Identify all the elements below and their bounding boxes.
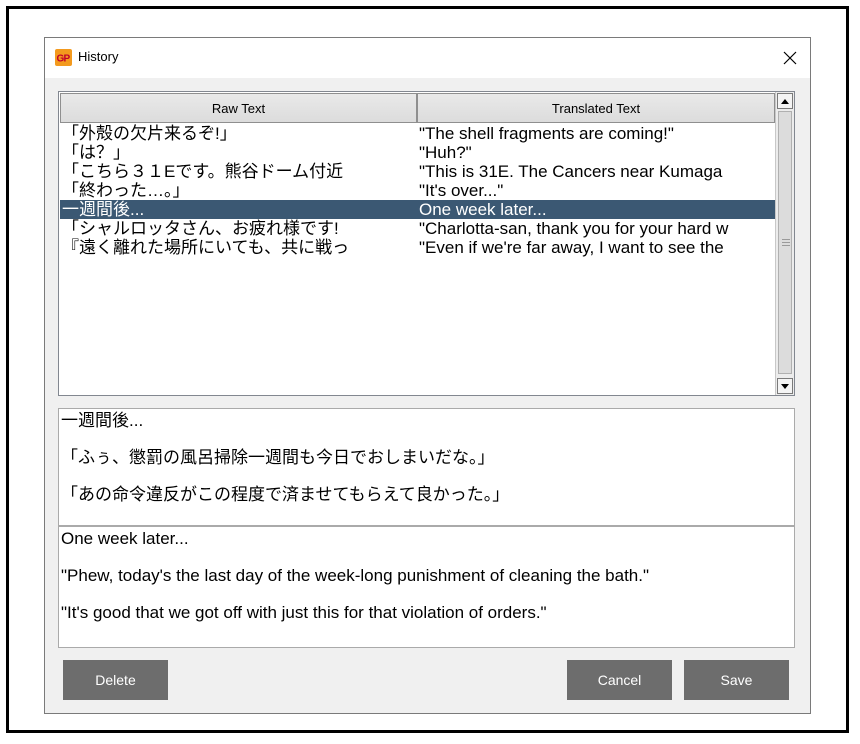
column-header-translated-text[interactable]: Translated Text (417, 93, 775, 123)
table-rows: 「外殻の欠片来るぞ!」 "The shell fragments are com… (60, 124, 775, 257)
svg-text:P: P (64, 54, 71, 65)
scroll-down-button[interactable] (777, 378, 793, 394)
translated-paragraph: "It's good that we got off with just thi… (61, 603, 547, 622)
raw-cell: 「外殻の欠片来るぞ!」 (62, 124, 237, 143)
table-row[interactable]: 「は？」 "Huh?" (60, 143, 775, 162)
save-button[interactable]: Save (684, 660, 789, 700)
triangle-up-icon (781, 98, 789, 104)
gp-app-icon: G P (55, 49, 72, 66)
grip-line (782, 239, 790, 240)
translated-cell: "Charlotta-san, thank you for your hard … (419, 219, 729, 238)
raw-cell: 「こちら３１Eです。熊谷ドーム付近 (62, 162, 344, 181)
scroll-thumb[interactable] (778, 111, 792, 374)
title-bar: G P History (45, 38, 810, 78)
table-row[interactable]: 「シャルロッタさん、お疲れ様です! "Charlotta-san, thank … (60, 219, 775, 238)
translated-cell: "This is 31E. The Cancers near Kumaga (419, 162, 723, 181)
translated-cell: "Even if we're far away, I want to see t… (419, 238, 724, 257)
dialog-content: Raw Text Translated Text 「外殻の欠片来るぞ!」 "Th… (45, 78, 810, 713)
column-header-raw-text[interactable]: Raw Text (60, 93, 417, 123)
raw-text-panel[interactable]: 一週間後... 「ふぅ、懲罰の風呂掃除一週間も今日でおしまいだな。」 「あの命令… (58, 408, 795, 526)
raw-paragraph: 一週間後... (61, 411, 144, 430)
history-dialog: G P History Raw Text Translated Text 「外殻… (44, 37, 811, 714)
table-header: Raw Text Translated Text (60, 93, 775, 123)
translated-cell: "It's over..." (419, 181, 504, 200)
raw-cell: 『遠く離れた場所にいても、共に戦っ (62, 238, 350, 257)
table-row[interactable]: 『遠く離れた場所にいても、共に戦っ "Even if we're far awa… (60, 238, 775, 257)
triangle-down-icon (781, 383, 789, 389)
table-row-selected[interactable]: 一週間後... One week later... (60, 200, 775, 219)
table-scrollbar[interactable] (775, 92, 794, 395)
translated-paragraph: "Phew, today's the last day of the week-… (61, 566, 650, 585)
table-row[interactable]: 「こちら３１Eです。熊谷ドーム付近 "This is 31E. The Canc… (60, 162, 775, 181)
raw-paragraph: 「ふぅ、懲罰の風呂掃除一週間も今日でおしまいだな。」 (61, 448, 495, 467)
translated-text-panel[interactable]: One week later... "Phew, today's the las… (58, 526, 795, 648)
translated-paragraph: One week later... (61, 529, 189, 548)
cancel-button[interactable]: Cancel (567, 660, 672, 700)
delete-button[interactable]: Delete (63, 660, 168, 700)
raw-cell: 「シャルロッタさん、お疲れ様です! (62, 219, 339, 238)
table-row[interactable]: 「外殻の欠片来るぞ!」 "The shell fragments are com… (60, 124, 775, 143)
window-title: History (78, 49, 119, 64)
raw-cell: 「は？」 (62, 143, 130, 162)
translated-cell: "The shell fragments are coming!" (419, 124, 674, 143)
history-table: Raw Text Translated Text 「外殻の欠片来るぞ!」 "Th… (58, 91, 795, 396)
close-icon (783, 51, 797, 65)
grip-line (782, 245, 790, 246)
translated-cell: "Huh?" (419, 143, 472, 162)
translated-cell: One week later... (419, 200, 547, 219)
raw-cell: 一週間後... (62, 200, 145, 219)
close-button[interactable] (770, 38, 810, 78)
scroll-up-button[interactable] (777, 93, 793, 109)
table-row[interactable]: 「終わった…。」 "It's over..." (60, 181, 775, 200)
raw-paragraph: 「あの命令違反がこの程度で済ませてもらえて良かった。」 (61, 485, 510, 504)
grip-line (782, 242, 790, 243)
raw-cell: 「終わった…。」 (62, 181, 190, 200)
